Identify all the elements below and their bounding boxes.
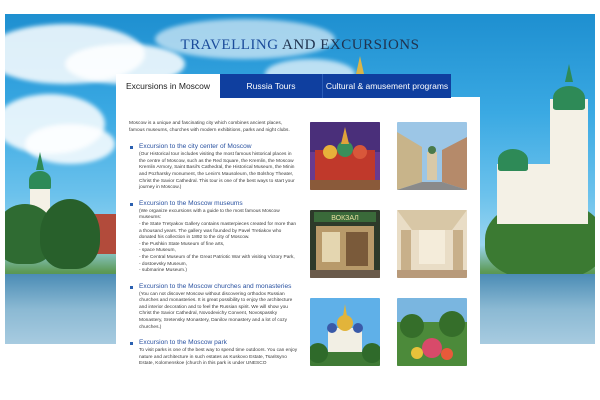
red-square-photo[interactable] (310, 122, 380, 190)
section-body-churches: (You can not discover Moscow without dis… (139, 291, 293, 330)
bullet-icon (130, 285, 133, 289)
bullet-icon (130, 202, 133, 206)
monastery-photo[interactable] (310, 298, 380, 366)
section-title-park[interactable]: Excursion to the Moscow park (139, 339, 299, 347)
section-title-museums[interactable]: Excursion to the Moscow museums (139, 200, 299, 208)
section-body-museums: (We organize excursions with a guide to … (139, 208, 280, 221)
section-museums: Excursion to the Moscow museums (We orga… (129, 200, 299, 275)
title-travelling: TRAVELLING (180, 37, 279, 53)
vokzal-sign: ВОКЗАЛ (331, 215, 359, 222)
section-body-city-center: (Our Historical tour includes visiting t… (139, 152, 295, 191)
section-title-churches[interactable]: Excursion to the Moscow churches and mon… (139, 283, 299, 291)
museum-item: - submarine Museum.) (139, 268, 187, 274)
park-photo[interactable] (397, 298, 467, 366)
museum-item: - the Central Museum of the Great Patrio… (139, 254, 295, 260)
section-city-center: Excursion to the city center of Moscow (… (129, 143, 299, 192)
vokzal-museum-photo[interactable]: ВОКЗАЛ (310, 210, 380, 278)
tab-cultural-amusement-programs[interactable]: Cultural & amusement programs (323, 74, 451, 98)
section-park: Excursion to the Moscow park To visit pa… (129, 339, 299, 368)
section-churches: Excursion to the Moscow churches and mon… (129, 283, 299, 332)
bullet-icon (130, 146, 133, 150)
tab-russia-tours[interactable]: Russia Tours (220, 74, 323, 98)
section-body-park: To visit parks is one of the best way to… (139, 348, 298, 367)
museum-item: - the State Tretyakov Gallery contains m… (139, 221, 297, 241)
moscow-street-photo[interactable] (397, 122, 467, 190)
museum-item: - space Museum, (139, 248, 176, 254)
title-excursions: AND EXCURSIONS (282, 37, 420, 53)
tab-excursions-in-moscow[interactable]: Excursions in Moscow (116, 74, 220, 98)
tab-bar: Excursions in Moscow Russia Tours Cultur… (116, 74, 451, 98)
page-title: TRAVELLING AND EXCURSIONS (0, 37, 600, 54)
intro-text: Moscow is a unique and fascinating city … (129, 121, 290, 133)
bullet-icon (130, 342, 133, 346)
excursions-content: Moscow is a unique and fascinating city … (129, 121, 299, 376)
section-title-city-center[interactable]: Excursion to the city center of Moscow (139, 143, 299, 151)
gallery-hall-photo[interactable] (397, 210, 467, 278)
